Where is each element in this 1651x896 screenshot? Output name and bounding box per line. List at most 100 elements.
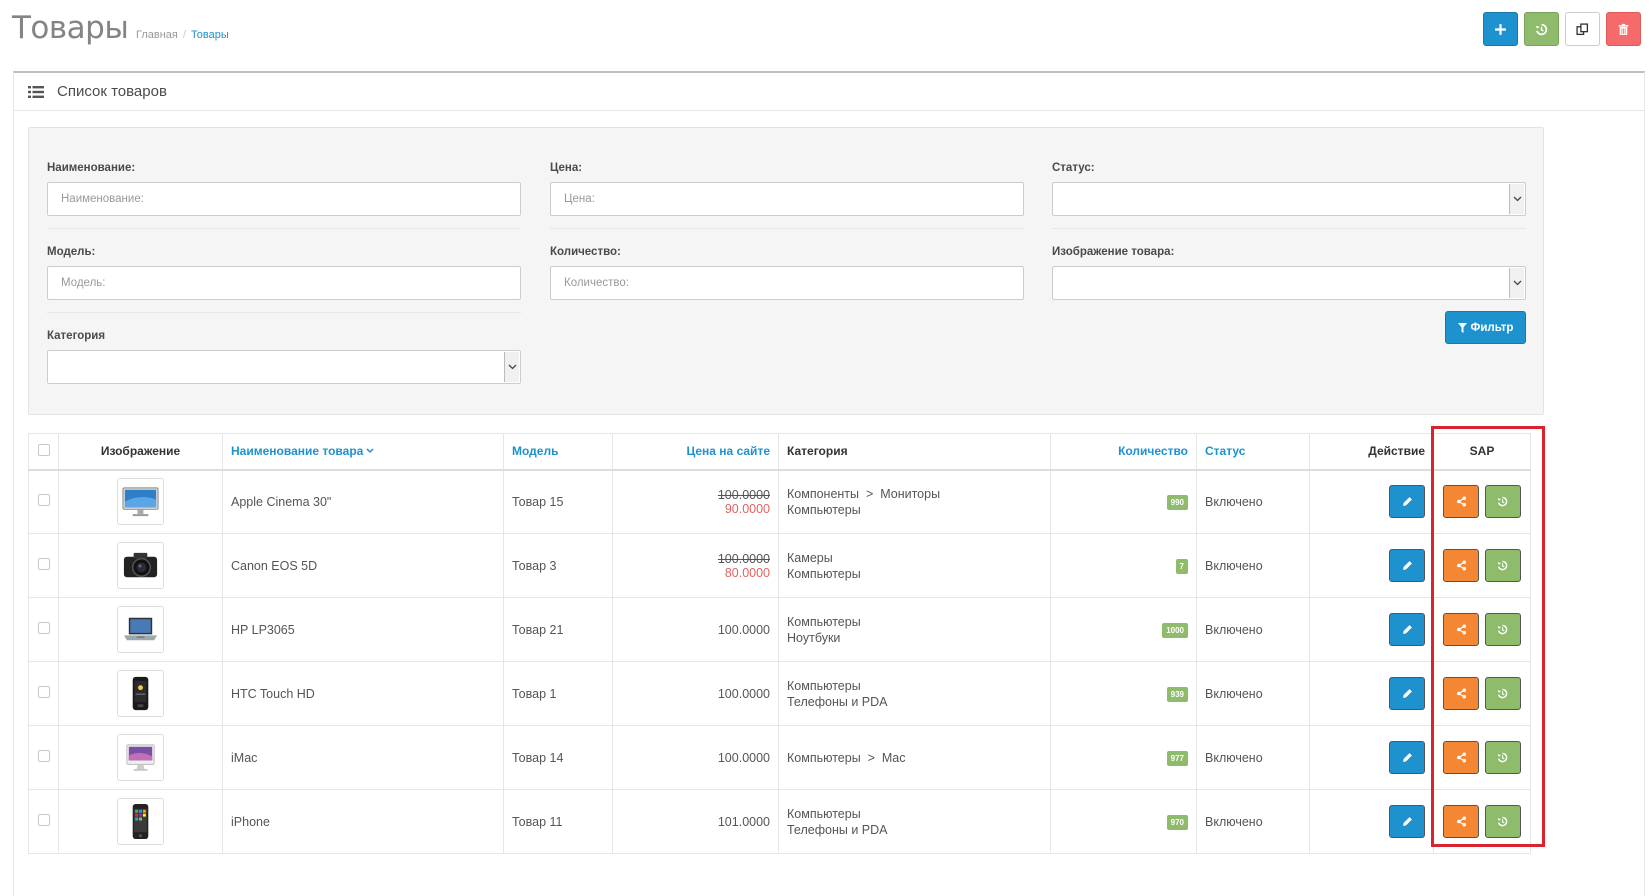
table-row: iMac Товар 14 100.0000 Компьютеры > Mac … [28, 725, 1531, 790]
edit-button[interactable] [1389, 741, 1425, 774]
row-checkbox[interactable] [37, 686, 50, 698]
select-all-checkbox[interactable] [37, 443, 50, 456]
edit-button[interactable] [1389, 549, 1425, 582]
edit-button[interactable] [1389, 805, 1425, 838]
iphone-image [132, 803, 149, 840]
sap-share-button[interactable] [1443, 805, 1480, 838]
filter-button-label: Фильтр [1470, 321, 1514, 334]
pencil-icon [1402, 753, 1412, 762]
filter-category-label: Категория [47, 330, 106, 342]
row-image-cell [58, 661, 223, 726]
products-table: Изображение Наименование товара Модель Ц… [28, 433, 1531, 854]
product-thumbnail[interactable] [117, 606, 164, 653]
sap-sync-button[interactable] [1484, 805, 1521, 838]
sap-share-button[interactable] [1443, 741, 1480, 774]
history-icon [1497, 560, 1508, 571]
add-button[interactable] [1483, 12, 1518, 46]
row-quantity-cell: 977 [1050, 725, 1197, 790]
filter-quantity-input[interactable] [550, 266, 1024, 300]
sap-sync-button[interactable] [1484, 485, 1521, 519]
plus-icon [1495, 23, 1506, 35]
share-icon [1456, 688, 1466, 699]
sap-sync-button[interactable] [1484, 549, 1521, 582]
row-sap-cell [1433, 597, 1531, 662]
row-checkbox[interactable] [37, 622, 50, 634]
row-quantity-cell: 7 [1050, 533, 1197, 598]
col-status[interactable]: Статус [1196, 433, 1310, 471]
filter-button[interactable]: Фильтр [1445, 311, 1526, 344]
delete-button[interactable] [1606, 12, 1641, 46]
sap-share-button[interactable] [1443, 549, 1480, 582]
history-icon [1497, 752, 1508, 763]
col-action: Действие [1309, 433, 1434, 471]
row-checkbox[interactable] [37, 494, 50, 507]
copy-button[interactable] [1565, 12, 1600, 46]
quantity-badge: 970 [1166, 814, 1188, 830]
row-image-cell [58, 469, 223, 534]
share-icon [1456, 560, 1466, 571]
share-icon [1456, 816, 1466, 827]
col-quantity[interactable]: Количество [1050, 433, 1197, 471]
category-path: Телефоны и PDA [787, 822, 888, 837]
quantity-badge: 939 [1166, 686, 1188, 702]
row-price-cell: 100.0000 [612, 725, 779, 790]
category-path: Компоненты > Мониторы [787, 486, 941, 501]
filter-status-label: Статус: [1052, 162, 1095, 174]
edit-button[interactable] [1389, 613, 1425, 646]
filter-image-select[interactable] [1052, 266, 1526, 300]
product-thumbnail[interactable] [117, 798, 164, 845]
filter-price-label: Цена: [550, 162, 583, 174]
sap-share-button[interactable] [1443, 613, 1480, 646]
refresh-button[interactable] [1524, 12, 1559, 46]
sap-sync-button[interactable] [1484, 613, 1521, 646]
product-thumbnail[interactable] [117, 734, 164, 781]
special-price: 80.0000 [724, 565, 770, 580]
row-sap-cell [1433, 533, 1531, 598]
row-name: HP LP3065 [222, 597, 504, 662]
chevron-down-icon [1509, 268, 1524, 298]
product-thumbnail[interactable] [117, 478, 164, 526]
product-thumbnail[interactable] [117, 542, 164, 589]
category-path: Телефоны и PDA [787, 694, 888, 709]
table-row: Canon EOS 5D Товар 3 100.0000 80.0000 Кам… [28, 533, 1531, 598]
sap-share-button[interactable] [1443, 485, 1480, 519]
history-icon [1497, 624, 1508, 635]
filter-quantity-group: Количество: [550, 246, 1024, 300]
row-image-cell [58, 533, 223, 598]
col-name[interactable]: Наименование товара [222, 433, 504, 471]
price: 100.0000 [717, 750, 770, 765]
edit-button[interactable] [1389, 677, 1425, 710]
sap-share-button[interactable] [1443, 677, 1480, 710]
header-actions [1483, 12, 1641, 46]
copy-icon [1576, 22, 1589, 35]
filter-image-group: Изображение товара: [1052, 246, 1526, 300]
row-category-cell: Компьютеры Телефоны и PDA [778, 661, 1051, 726]
row-name: HTC Touch HD [222, 661, 504, 726]
filter-status-select[interactable] [1052, 182, 1526, 216]
sap-sync-button[interactable] [1484, 677, 1521, 710]
edit-button[interactable] [1389, 485, 1425, 519]
filter-model-input[interactable] [47, 266, 521, 300]
filter-name-input[interactable] [47, 182, 521, 216]
product-thumbnail[interactable] [117, 670, 164, 717]
row-select-cell [28, 597, 59, 662]
filter-category-select[interactable] [47, 350, 521, 384]
row-category-cell: Компьютеры Телефоны и PDA [778, 789, 1051, 854]
row-checkbox[interactable] [37, 558, 50, 570]
camera-image [123, 552, 158, 578]
filter-icon [1457, 322, 1467, 333]
row-status: Включено [1196, 661, 1310, 726]
col-price[interactable]: Цена на сайте [612, 433, 779, 471]
pencil-icon [1402, 689, 1412, 698]
row-checkbox[interactable] [37, 814, 50, 826]
row-sap-cell [1433, 725, 1531, 790]
table-row: HTC Touch HD Товар 1 100.0000 Компьютеры… [28, 661, 1531, 726]
row-checkbox[interactable] [37, 750, 50, 762]
filter-divider [47, 312, 521, 313]
sap-sync-button[interactable] [1484, 741, 1521, 774]
breadcrumb-current[interactable]: Товары [191, 29, 229, 41]
col-model[interactable]: Модель [503, 433, 613, 471]
share-icon [1456, 752, 1466, 763]
filter-price-input[interactable] [550, 182, 1024, 216]
breadcrumb-home[interactable]: Главная [136, 29, 178, 41]
